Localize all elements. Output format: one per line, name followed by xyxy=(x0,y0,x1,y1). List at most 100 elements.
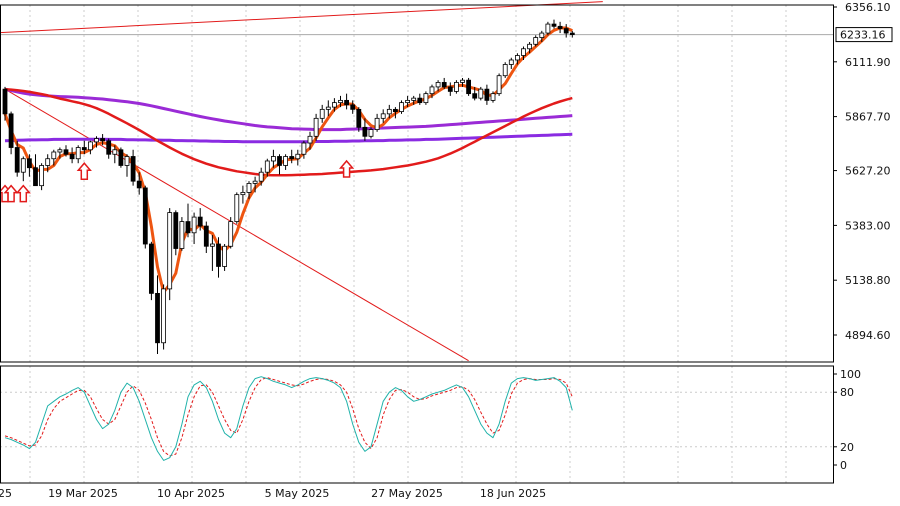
candle-body xyxy=(502,64,508,77)
candle-body xyxy=(417,97,423,104)
candle-body xyxy=(185,221,191,234)
candle-body xyxy=(521,48,526,56)
candle-body xyxy=(295,153,301,160)
candle-body xyxy=(362,126,368,137)
candle-body xyxy=(155,292,160,344)
candle-body xyxy=(392,108,398,113)
candle-body xyxy=(69,153,75,160)
candle-body xyxy=(277,156,282,166)
candle-body xyxy=(533,37,539,45)
candle-body xyxy=(197,216,203,227)
candle-body xyxy=(466,79,472,95)
candle-body xyxy=(380,113,386,119)
candle-body xyxy=(283,156,289,166)
candle-body xyxy=(325,106,331,110)
candle-body xyxy=(515,55,520,61)
candle-body xyxy=(2,88,8,115)
x-tick-label: 19 Mar 2025 xyxy=(48,487,118,500)
candle-body xyxy=(94,138,99,143)
candle-body xyxy=(453,82,459,92)
candle-body xyxy=(252,180,258,184)
y-tick-label: 5383.00 xyxy=(845,219,891,232)
candle-body xyxy=(39,165,44,187)
x-tick-label: 18 Jun 2025 xyxy=(480,487,546,500)
candle-body xyxy=(179,221,185,249)
candle-body xyxy=(222,245,228,267)
candle-body xyxy=(435,82,441,88)
candle-body xyxy=(246,183,252,193)
candle-body xyxy=(496,75,502,95)
candle-body xyxy=(429,86,435,95)
y-tick-label: 4894.60 xyxy=(845,329,891,342)
candle-body xyxy=(545,23,551,34)
candle-body xyxy=(289,156,295,160)
candle-body xyxy=(484,88,490,101)
candle-body xyxy=(569,32,575,36)
candle-body xyxy=(368,129,374,137)
candle-body xyxy=(14,147,20,173)
candle-body xyxy=(234,194,240,222)
candle-body xyxy=(270,156,276,162)
osc-tick-label: 20 xyxy=(840,441,854,454)
candle-body xyxy=(472,93,478,99)
candle-body xyxy=(350,104,356,110)
candle-body xyxy=(319,108,325,119)
candle-body xyxy=(405,99,411,104)
candle-body xyxy=(203,225,209,247)
candle-body xyxy=(112,149,118,155)
candle-body xyxy=(100,138,105,142)
x-tick-label: 27 May 2025 xyxy=(371,487,443,500)
candle-body xyxy=(301,142,307,155)
x-tick-label: 5 May 2025 xyxy=(265,487,330,500)
candle-body xyxy=(411,97,417,101)
candle-body xyxy=(240,191,246,196)
candle-body xyxy=(447,86,453,92)
candle-body xyxy=(527,43,532,50)
candle-body xyxy=(386,108,392,115)
candle-body xyxy=(209,243,215,247)
candle-body xyxy=(441,82,447,88)
osc-tick-label: 80 xyxy=(840,386,854,399)
candle-body xyxy=(57,149,63,153)
candle-body xyxy=(508,59,514,65)
y-tick-label: 6111.90 xyxy=(845,56,891,69)
candle-body xyxy=(563,28,569,34)
candle-body xyxy=(551,23,557,27)
current-price-label: 6233.16 xyxy=(840,29,886,42)
candle-body xyxy=(344,99,350,106)
candle-body xyxy=(20,158,26,173)
candle-body xyxy=(124,156,130,166)
candle-body xyxy=(51,151,57,160)
candle-body xyxy=(167,212,173,290)
candle-body xyxy=(399,102,404,113)
candle-body xyxy=(338,99,343,104)
candle-body xyxy=(118,149,124,166)
candle-body xyxy=(356,108,362,128)
osc-tick-label: 100 xyxy=(840,368,861,381)
y-tick-label: 5627.20 xyxy=(845,165,891,178)
candle-body xyxy=(136,180,142,189)
candle-body xyxy=(423,93,429,104)
candle-body xyxy=(161,288,167,344)
candle-body xyxy=(313,117,319,137)
candle-body xyxy=(173,212,179,249)
candle-body xyxy=(142,187,148,245)
candle-body xyxy=(307,135,313,144)
y-tick-label: 5138.80 xyxy=(845,274,891,287)
candle-body xyxy=(8,113,14,148)
candle-body xyxy=(216,243,221,267)
candle-body xyxy=(63,149,69,155)
candle-body xyxy=(81,147,87,151)
candle-body xyxy=(374,117,380,130)
y-tick-label: 5867.70 xyxy=(845,111,891,124)
candle-body xyxy=(258,171,264,182)
osc-tick-label: 0 xyxy=(840,459,847,472)
x-tick-label: 25 xyxy=(0,487,12,500)
candle-body xyxy=(75,147,81,160)
x-tick-label: 10 Apr 2025 xyxy=(157,487,225,500)
candle-body xyxy=(106,140,112,155)
candle-body xyxy=(539,32,545,38)
candle-body xyxy=(228,221,234,247)
price-chart-svg: 25 19 Mar 2025 10 Apr 2025 5 May 2025 27 May… xyxy=(0,0,900,506)
candle-body xyxy=(148,243,154,294)
